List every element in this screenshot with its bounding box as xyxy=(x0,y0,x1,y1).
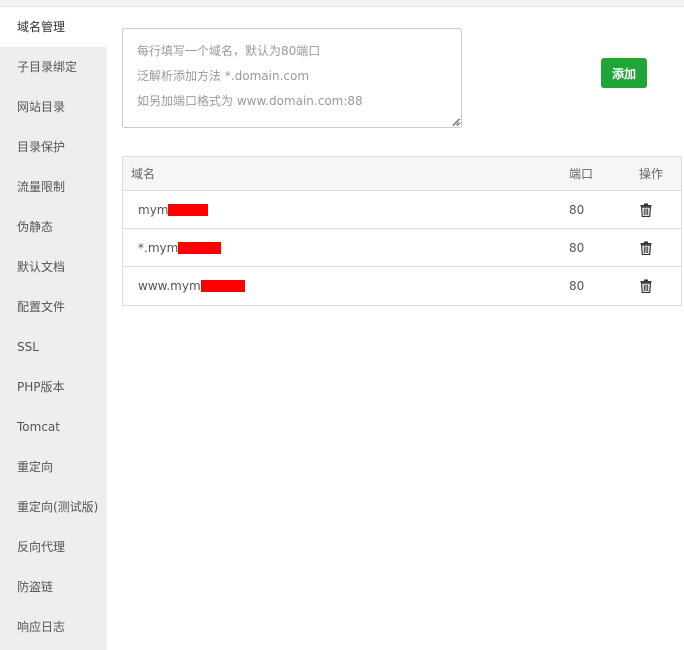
trash-icon[interactable] xyxy=(640,241,652,255)
action-cell xyxy=(640,229,652,266)
sidebar-item-redirect[interactable]: 重定向 xyxy=(0,447,107,487)
domain-input[interactable] xyxy=(122,28,462,128)
port-cell: 80 xyxy=(569,240,585,255)
sidebar-item-directory-protection[interactable]: 目录保护 xyxy=(0,127,107,167)
domain-text: *.mym xyxy=(138,240,179,255)
action-cell xyxy=(640,267,652,305)
table-header: 域名 端口 操作 xyxy=(123,157,681,191)
domain-table: 域名 端口 操作 mym 80 *.mym 80 www.mym 80 xyxy=(122,156,682,306)
sidebar-item-redirect-beta[interactable]: 重定向(测试版) xyxy=(0,487,107,527)
domain-text: www.mym xyxy=(138,279,201,293)
redaction-mark xyxy=(200,280,245,292)
top-strip xyxy=(0,0,684,7)
sidebar-item-subdirectory-binding[interactable]: 子目录绑定 xyxy=(0,47,107,87)
port-cell: 80 xyxy=(569,279,585,293)
sidebar-item-ssl[interactable]: SSL xyxy=(0,327,107,367)
sidebar-item-hotlink-protection[interactable]: 防盗链 xyxy=(0,567,107,607)
sidebar-item-php-version[interactable]: PHP版本 xyxy=(0,367,107,407)
redaction-mark xyxy=(168,203,209,216)
sidebar-item-response-log[interactable]: 响应日志 xyxy=(0,607,107,647)
header-action: 操作 xyxy=(639,167,664,181)
table-row: *.mym 80 xyxy=(123,229,681,267)
header-port: 端口 xyxy=(569,167,594,181)
trash-icon[interactable] xyxy=(640,279,652,293)
table-row: mym 80 xyxy=(123,191,681,229)
domain-text: mym xyxy=(138,202,169,217)
sidebar-item-rewrite[interactable]: 伪静态 xyxy=(0,207,107,247)
domain-cell: www.mym xyxy=(138,267,245,305)
sidebar-item-default-document[interactable]: 默认文档 xyxy=(0,247,107,287)
redaction-mark xyxy=(178,241,222,254)
sidebar-item-tomcat[interactable]: Tomcat xyxy=(0,407,107,447)
trash-icon[interactable] xyxy=(640,203,652,217)
sidebar: 域名管理 子目录绑定 网站目录 目录保护 流量限制 伪静态 默认文档 配置文件 … xyxy=(0,7,107,650)
sidebar-item-site-directory[interactable]: 网站目录 xyxy=(0,87,107,127)
header-domain: 域名 xyxy=(131,167,156,181)
port-cell: 80 xyxy=(569,202,585,217)
domain-cell: *.mym xyxy=(138,229,222,266)
add-domain-button[interactable]: 添加 xyxy=(601,58,647,88)
main-panel: 每行填写一个域名，默认为80端口 泛解析添加方法 *.domain.com 如另… xyxy=(107,7,684,650)
sidebar-item-domain-management[interactable]: 域名管理 xyxy=(0,7,107,47)
action-cell xyxy=(640,191,652,228)
sidebar-item-config-file[interactable]: 配置文件 xyxy=(0,287,107,327)
sidebar-item-reverse-proxy[interactable]: 反向代理 xyxy=(0,527,107,567)
domain-cell: mym xyxy=(138,191,209,228)
sidebar-item-traffic-limit[interactable]: 流量限制 xyxy=(0,167,107,207)
table-row: www.mym 80 xyxy=(123,267,681,305)
